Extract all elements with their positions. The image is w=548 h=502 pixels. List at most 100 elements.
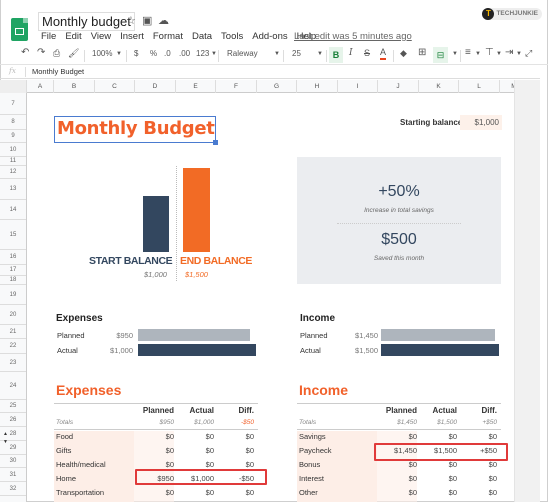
row-category-cell[interactable]: Health/medical bbox=[56, 460, 106, 469]
row-header[interactable]: 23 bbox=[0, 354, 26, 372]
currency-format-button[interactable]: $ bbox=[134, 49, 138, 58]
row-actual-cell[interactable]: $0 bbox=[417, 474, 457, 483]
vertical-scrollbar[interactable] bbox=[514, 80, 540, 502]
row-header[interactable]: 22 bbox=[0, 339, 26, 354]
row-diff-cell[interactable]: $0 bbox=[214, 446, 254, 455]
row-header[interactable]: 21 bbox=[0, 325, 26, 339]
row-actual-cell[interactable]: $0 bbox=[417, 432, 457, 441]
row-planned-cell[interactable]: $0 bbox=[134, 488, 174, 497]
redo-icon[interactable]: ↷ bbox=[37, 47, 45, 58]
row-actual-cell[interactable]: $0 bbox=[174, 488, 214, 497]
column-header[interactable]: A bbox=[27, 80, 54, 93]
column-header[interactable]: H bbox=[297, 80, 338, 93]
row-category-cell[interactable]: Interest bbox=[299, 474, 324, 483]
row-planned-cell[interactable]: $0 bbox=[134, 432, 174, 441]
row-header[interactable]: 14 bbox=[0, 200, 26, 220]
row-header[interactable]: 24 bbox=[0, 372, 26, 400]
row-header[interactable]: 17 bbox=[0, 265, 26, 276]
column-header[interactable]: D bbox=[135, 80, 176, 93]
row-header[interactable]: 19 bbox=[0, 285, 26, 305]
valign-dropdown-icon[interactable]: ▼ bbox=[496, 51, 502, 57]
print-icon[interactable]: ⎙ bbox=[53, 48, 60, 59]
row-actual-cell[interactable]: $0 bbox=[417, 460, 457, 469]
row-category-cell[interactable]: Home bbox=[56, 474, 76, 483]
row-category-cell[interactable]: Bonus bbox=[299, 460, 320, 469]
cloud-status-icon[interactable]: ☁ bbox=[158, 14, 169, 27]
vertical-align-icon[interactable]: ⊤ bbox=[485, 47, 494, 58]
merge-cells-icon[interactable]: ⊟ bbox=[433, 47, 448, 63]
expand-rows-down-icon[interactable]: ▼ bbox=[3, 439, 8, 445]
column-header[interactable]: I bbox=[338, 80, 378, 93]
menu-data[interactable]: Data bbox=[192, 31, 212, 42]
menu-format[interactable]: Format bbox=[153, 31, 183, 42]
menu-tools[interactable]: Tools bbox=[221, 31, 243, 42]
more-formats-button[interactable]: 123 bbox=[196, 49, 209, 58]
row-diff-cell[interactable]: $0 bbox=[457, 474, 497, 483]
font-size-select[interactable]: 25 bbox=[292, 49, 301, 58]
bold-button[interactable]: B bbox=[329, 47, 343, 63]
menu-edit[interactable]: Edit bbox=[65, 31, 81, 42]
increase-decimal-button[interactable]: .00 bbox=[179, 49, 190, 58]
column-header[interactable]: E bbox=[176, 80, 216, 93]
row-actual-cell[interactable]: $0 bbox=[417, 488, 457, 497]
row-planned-cell[interactable]: $0 bbox=[134, 460, 174, 469]
row-planned-cell[interactable]: $0 bbox=[377, 432, 417, 441]
horizontal-align-icon[interactable]: ≡ bbox=[465, 47, 471, 58]
font-size-dropdown-icon[interactable]: ▼ bbox=[317, 51, 323, 57]
row-header[interactable]: 31 bbox=[0, 468, 26, 482]
menu-addons[interactable]: Add-ons bbox=[252, 31, 287, 42]
star-icon[interactable]: ☆ bbox=[126, 14, 136, 27]
font-select[interactable]: Raleway bbox=[227, 49, 258, 58]
font-dropdown-icon[interactable]: ▼ bbox=[274, 51, 280, 57]
row-actual-cell[interactable]: $0 bbox=[174, 460, 214, 469]
row-diff-cell[interactable]: $0 bbox=[457, 432, 497, 441]
last-edit-link[interactable]: Last edit was 5 minutes ago bbox=[294, 31, 412, 42]
row-category-cell[interactable]: Paycheck bbox=[299, 446, 332, 455]
halign-dropdown-icon[interactable]: ▼ bbox=[475, 51, 481, 57]
row-planned-cell[interactable]: $0 bbox=[377, 474, 417, 483]
starting-balance-input[interactable]: $1,000 bbox=[460, 115, 502, 130]
row-diff-cell[interactable]: $0 bbox=[214, 488, 254, 497]
menu-file[interactable]: File bbox=[41, 31, 56, 42]
sheets-logo-icon[interactable] bbox=[11, 18, 28, 41]
move-folder-icon[interactable]: ▣ bbox=[142, 14, 152, 27]
row-planned-cell[interactable]: $0 bbox=[377, 460, 417, 469]
zoom-dropdown-icon[interactable]: ▼ bbox=[116, 51, 122, 57]
row-actual-cell[interactable]: $0 bbox=[174, 432, 214, 441]
row-header[interactable]: 9 bbox=[0, 130, 26, 143]
row-category-cell[interactable]: Food bbox=[56, 432, 73, 441]
row-header[interactable]: 30 bbox=[0, 455, 26, 468]
decrease-decimal-button[interactable]: .0 bbox=[164, 49, 171, 58]
row-diff-cell[interactable]: $0 bbox=[214, 460, 254, 469]
column-header[interactable]: K bbox=[419, 80, 459, 93]
strikethrough-button[interactable]: S bbox=[364, 48, 370, 58]
row-header[interactable]: 15 bbox=[0, 220, 26, 250]
row-header[interactable]: 11 bbox=[0, 157, 26, 166]
row-header[interactable]: 32 bbox=[0, 482, 26, 496]
sheet-title[interactable]: Monthly Budget bbox=[57, 118, 215, 139]
row-header[interactable]: 7 bbox=[0, 93, 26, 115]
expand-rows-up-icon[interactable]: ▲ bbox=[3, 431, 8, 437]
row-planned-cell[interactable]: $0 bbox=[134, 446, 174, 455]
row-header[interactable]: 8 bbox=[0, 115, 26, 130]
text-wrap-icon[interactable]: ⇥ bbox=[505, 47, 513, 58]
menu-insert[interactable]: Insert bbox=[120, 31, 144, 42]
column-header[interactable]: F bbox=[216, 80, 257, 93]
paint-format-icon[interactable]: 🖌 bbox=[68, 48, 79, 59]
row-category-cell[interactable]: Savings bbox=[299, 432, 326, 441]
column-header[interactable]: G bbox=[257, 80, 297, 93]
column-header[interactable]: L bbox=[459, 80, 500, 93]
row-category-cell[interactable]: Transportation bbox=[56, 488, 104, 497]
merge-dropdown-icon[interactable]: ▼ bbox=[452, 51, 458, 57]
formula-input[interactable]: Monthly Budget bbox=[32, 67, 84, 76]
fill-color-icon[interactable]: ◆ bbox=[400, 48, 407, 59]
more-formats-dropdown-icon[interactable]: ▼ bbox=[211, 51, 217, 57]
row-diff-cell[interactable]: $0 bbox=[214, 432, 254, 441]
italic-button[interactable]: I bbox=[349, 48, 353, 58]
undo-icon[interactable]: ↶ bbox=[21, 47, 29, 58]
zoom-select[interactable]: 100% bbox=[92, 49, 112, 58]
percent-format-button[interactable]: % bbox=[150, 49, 157, 58]
row-header[interactable]: 26 bbox=[0, 413, 26, 427]
row-header[interactable]: 13 bbox=[0, 179, 26, 200]
row-diff-cell[interactable]: $0 bbox=[457, 488, 497, 497]
